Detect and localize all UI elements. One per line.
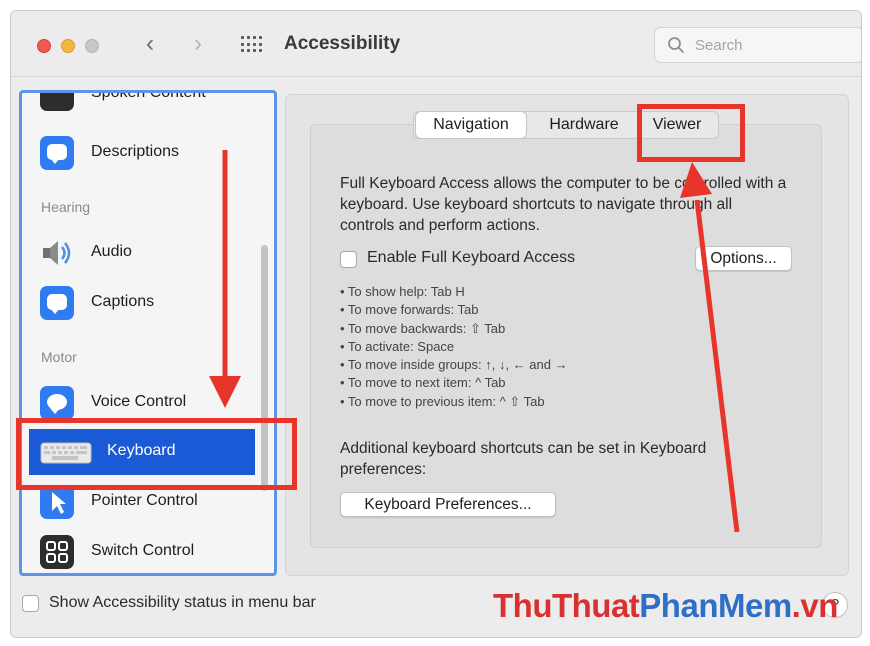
sidebar-item-switch-control[interactable]: Switch Control: [22, 529, 262, 573]
close-button[interactable]: [37, 39, 51, 53]
sidebar-item-label: Descriptions: [91, 143, 180, 160]
captions-icon: [40, 286, 74, 320]
sidebar-list[interactable]: Spoken Content Descriptions Hearing Audi…: [19, 90, 277, 576]
additional-shortcuts-text: Additional keyboard shortcuts can be set…: [340, 440, 707, 478]
voice-control-icon: [40, 386, 74, 420]
back-arrow-icon[interactable]: ‹: [139, 29, 161, 59]
sidebar-item-label: Voice Control: [91, 393, 187, 410]
sidebar-item-label: Pointer Control: [91, 492, 198, 509]
keyboard-access-description: Full Keyboard Access allows the computer…: [340, 175, 787, 234]
forward-arrow-icon[interactable]: ›: [187, 29, 209, 59]
spoken-content-icon: [40, 93, 74, 111]
watermark-part: PhanMem: [639, 587, 792, 624]
window-title: Accessibility: [284, 33, 401, 54]
keyboard-highlight-box: [16, 418, 297, 490]
shortcut-hint: • To move backwards: ⇧ Tab: [340, 320, 506, 336]
search-field[interactable]: Search: [654, 27, 861, 63]
show-status-label: Show Accessibility status in menu bar: [49, 594, 316, 611]
shortcut-hint: • To move to next item: ^ Tab: [340, 375, 506, 391]
sidebar-heading-hearing: Hearing: [41, 199, 91, 215]
shortcut-hint: • To move forwards: Tab: [340, 302, 479, 318]
sidebar-item-descriptions[interactable]: Descriptions: [22, 130, 262, 176]
keyboard-preferences-button[interactable]: Keyboard Preferences...: [340, 492, 556, 517]
sidebar-heading-motor: Motor: [41, 349, 77, 365]
sidebar-item-spoken-content[interactable]: Spoken Content: [22, 90, 262, 117]
tab-hardware[interactable]: Hardware: [534, 112, 634, 138]
shortcut-hint: • To activate: Space: [340, 338, 455, 354]
pointer-icon: [40, 485, 74, 519]
enable-full-keyboard-access-label: Enable Full Keyboard Access: [367, 249, 576, 266]
shortcut-hint: • To show help: Tab H: [340, 284, 465, 299]
enable-full-keyboard-access-checkbox[interactable]: [340, 251, 357, 268]
switch-control-icon: [40, 535, 74, 569]
minimize-button[interactable]: [61, 39, 75, 53]
sidebar-item-label: Spoken Content: [91, 90, 206, 101]
shortcut-hint: • To move inside groups: ↑, ↓, ← and →: [340, 357, 568, 373]
watermark-part: .vn: [791, 587, 839, 624]
speaker-icon: [43, 241, 71, 265]
sidebar-item-captions[interactable]: Captions: [22, 280, 262, 326]
show-all-grid-icon[interactable]: [241, 36, 263, 54]
watermark-part: ThuThuat: [493, 587, 640, 624]
sidebar-item-audio[interactable]: Audio: [22, 230, 262, 276]
sidebar-item-label: Audio: [91, 243, 132, 260]
options-button[interactable]: Options...: [695, 246, 792, 271]
tab-navigation[interactable]: Navigation: [416, 112, 526, 138]
shortcut-hints-list: • To show help: Tab H • To move forwards…: [340, 283, 568, 411]
sidebar-item-label: Switch Control: [91, 542, 195, 559]
sidebar-item-label: Captions: [91, 293, 155, 310]
show-status-checkbox[interactable]: [22, 595, 39, 612]
title-bar: ‹ › Accessibility Search: [11, 11, 861, 77]
search-placeholder: Search: [695, 37, 743, 54]
viewer-highlight-box: [637, 104, 745, 162]
zoom-button[interactable]: [85, 39, 99, 53]
shortcut-hint: • To move to previous item: ^ ⇧ Tab: [340, 393, 545, 409]
search-icon: [668, 37, 684, 53]
speech-bubble-icon: [40, 136, 74, 170]
watermark: ThuThuatPhanMem.vn: [493, 587, 838, 625]
